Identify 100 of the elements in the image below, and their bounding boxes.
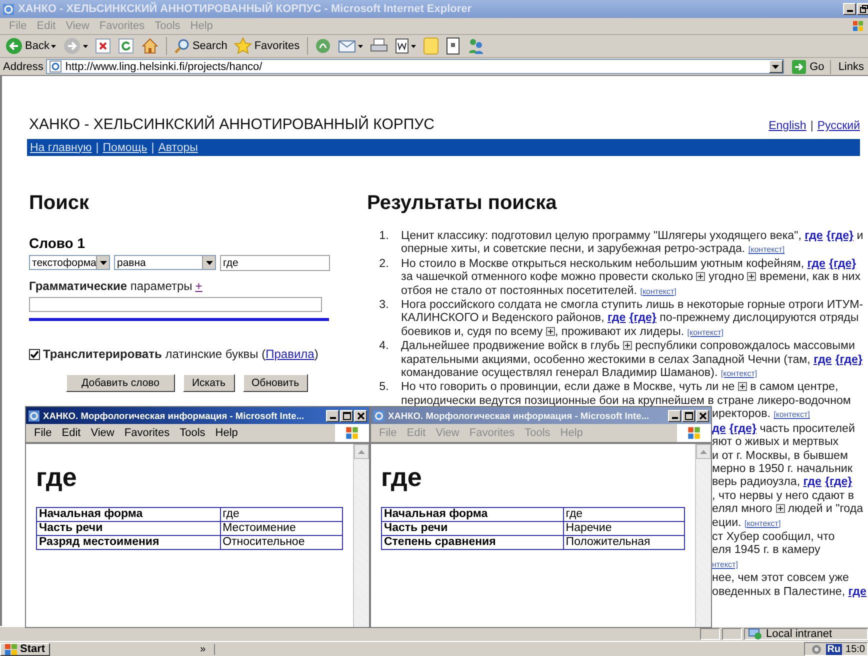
speaker-icon[interactable] — [811, 644, 822, 654]
word-button[interactable] — [392, 37, 418, 55]
search-button[interactable]: Search — [172, 37, 230, 55]
scrollbar[interactable] — [353, 444, 369, 627]
table-cell: где — [563, 508, 684, 522]
context-link[interactable]: [контекст] — [687, 328, 724, 337]
rules-link[interactable]: Правила — [266, 347, 314, 361]
word-link[interactable]: где — [848, 584, 866, 598]
star-icon — [234, 37, 252, 55]
go-button[interactable]: Go — [790, 60, 832, 74]
minimize-button[interactable] — [668, 410, 681, 422]
window-title: ХАНКО - ХЕЛЬСИНКСКИЙ АННОТИРОВАННЫЙ КОРПУС - Microsoft Internet Explorer — [18, 3, 473, 15]
result-text: Ценит классику: подготовил целую программу "Шлягеры уходящего века", где {где} и оперные хиты, и советские песни, и зарубежная ретро-эстрада. [контекст] — [401, 229, 864, 257]
word-link[interactable]: где — [804, 229, 823, 242]
language-link[interactable]: Русский — [817, 120, 860, 132]
nav-link[interactable]: Авторы — [158, 142, 198, 154]
language-link[interactable]: English — [768, 120, 806, 132]
context-link[interactable]: [контекст] — [748, 245, 785, 254]
search-heading: Поиск — [29, 192, 90, 215]
word-input[interactable]: где — [220, 255, 330, 271]
word-link[interactable]: {где} — [824, 475, 852, 488]
minimize-icon — [846, 10, 852, 12]
expand-icon[interactable] — [622, 341, 632, 350]
refresh-icon — [118, 38, 134, 54]
expand-icon[interactable] — [738, 382, 747, 392]
computer-globe-icon — [748, 628, 762, 640]
word-link[interactable]: где — [803, 475, 822, 488]
maximize-button[interactable] — [682, 410, 695, 422]
form-button[interactable]: Добавить слово — [66, 374, 175, 392]
result-text-fragment: оведенных в Палестине, где — [712, 584, 866, 598]
stop-icon — [95, 38, 112, 54]
taskbar-overflow-button[interactable]: » — [200, 644, 215, 654]
table-cell: Разряд местоимения — [36, 536, 220, 550]
separator-text: | — [810, 120, 814, 132]
grammar-input[interactable] — [29, 297, 322, 312]
menu-item[interactable]: File — [29, 427, 57, 439]
expand-icon[interactable] — [776, 504, 785, 514]
word-heading: где — [381, 462, 423, 493]
word-link[interactable]: {где} — [835, 352, 862, 366]
result-number: 1. — [378, 229, 390, 244]
browser-icon — [2, 2, 15, 16]
field-type-select[interactable]: текстоформа — [29, 255, 110, 270]
expand-icon[interactable] — [546, 326, 555, 336]
minimize-button[interactable] — [326, 410, 339, 422]
context-link[interactable]: [контекст] — [744, 518, 781, 528]
up-arrow-icon — [358, 450, 365, 454]
minimize-icon — [672, 416, 678, 418]
caret-icon — [772, 64, 780, 68]
up-arrow-icon — [700, 450, 707, 454]
dropdown-button[interactable] — [768, 60, 783, 73]
context-link[interactable]: [контекст] — [774, 410, 810, 420]
favorites-button[interactable]: Favorites — [232, 36, 302, 56]
word-link[interactable]: {где} — [629, 311, 656, 324]
result-text-fragment: и от г. Москвы, в бывшем — [712, 448, 849, 462]
word-heading: где — [36, 462, 78, 493]
language-indicator[interactable]: Ru — [826, 644, 842, 654]
nav-link[interactable]: На главную — [30, 142, 92, 154]
word-link[interactable]: де — [712, 422, 726, 435]
links-button[interactable]: Links — [834, 60, 868, 72]
word-link[interactable]: {где} — [729, 422, 756, 435]
browser-icon — [28, 410, 40, 422]
context-link[interactable]: [контекст] — [640, 286, 676, 296]
refresh-button[interactable] — [116, 37, 136, 55]
nav-link[interactable]: Помощь — [102, 142, 148, 154]
word-link[interactable]: {где} — [826, 229, 854, 242]
minimize-button[interactable] — [843, 3, 856, 15]
restore-button[interactable] — [857, 3, 868, 15]
menu-item[interactable]: Tools — [174, 427, 210, 439]
form-button[interactable]: Обновить — [242, 374, 308, 392]
printer-icon — [370, 38, 388, 54]
relation-select[interactable]: равна — [114, 255, 216, 270]
expand-icon[interactable] — [696, 272, 706, 282]
address-field[interactable]: http://www.ling.helsinki.fi/projects/hanco/ — [46, 59, 784, 74]
scrollbar[interactable] — [695, 444, 711, 627]
add-parameter-link[interactable]: + — [195, 279, 202, 293]
word-link[interactable]: где — [608, 311, 626, 324]
status-panel — [722, 628, 742, 640]
menu-item[interactable]: Favorites — [119, 427, 175, 439]
context-link[interactable]: [контекст] — [720, 369, 758, 378]
form-button[interactable]: Искать — [183, 374, 235, 392]
transliterate-checkbox[interactable] — [29, 348, 40, 360]
close-button[interactable] — [354, 410, 367, 422]
stop-button[interactable] — [93, 37, 114, 55]
expand-icon[interactable] — [747, 272, 756, 282]
notepad-icon — [446, 37, 460, 55]
menu-item[interactable]: View — [86, 427, 120, 439]
word-link[interactable]: {где} — [828, 256, 856, 270]
menu-item[interactable]: Help — [210, 427, 243, 439]
word-link[interactable]: где — [807, 256, 826, 270]
maximize-button[interactable] — [340, 410, 353, 422]
browser-icon — [373, 410, 385, 422]
arrow-icon — [792, 60, 806, 74]
context-link[interactable]: нтекст] — [712, 560, 738, 569]
menu-item[interactable]: Edit — [56, 427, 86, 439]
start-button[interactable]: Start — [0, 642, 50, 656]
close-button[interactable] — [696, 410, 709, 422]
notes-button[interactable] — [444, 36, 462, 56]
word-link[interactable]: где — [814, 352, 832, 366]
result-number: 4. — [378, 339, 390, 354]
back-button[interactable]: Back — [3, 36, 58, 56]
